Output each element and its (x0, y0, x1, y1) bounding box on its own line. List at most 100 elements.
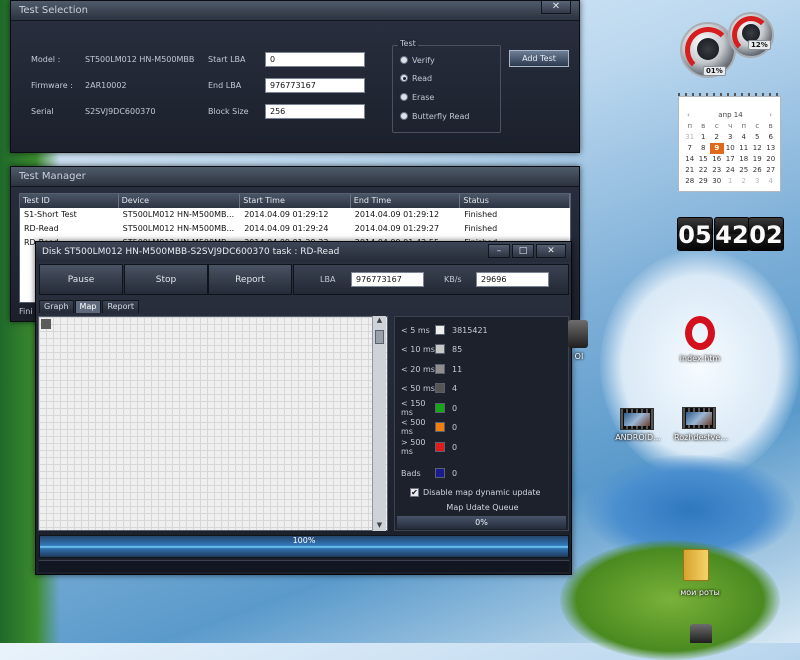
memory-gauge[interactable]: 12% (728, 12, 774, 58)
table-row[interactable]: S1-Short Test ST500LM012 HN-M500MB... 20… (20, 208, 570, 222)
video-file-icon[interactable] (682, 407, 716, 429)
table-row[interactable]: RD-Read ST500LM012 HN-M500MB... 2014.04.… (20, 222, 570, 236)
block-map[interactable] (38, 316, 388, 531)
add-test-button[interactable]: Add Test (509, 50, 569, 67)
calendar-day[interactable]: 13 (764, 143, 778, 154)
calendar-day[interactable]: 24 (724, 165, 738, 176)
disable-map-checkbox-row[interactable]: ✔ Disable map dynamic update (410, 488, 540, 497)
video-file-icon[interactable] (620, 408, 654, 430)
calendar-day[interactable]: 25 (737, 165, 751, 176)
radio-butterfly-read[interactable]: Butterfly Read (400, 110, 469, 122)
app-shortcut-icon[interactable] (568, 320, 588, 348)
calendar-day[interactable]: 3 (751, 176, 765, 187)
radio-selected-icon[interactable] (400, 74, 408, 82)
calendar-day[interactable]: 14 (683, 154, 697, 165)
app-shortcut-icon[interactable] (690, 624, 712, 643)
calendar-day[interactable]: 28 (683, 176, 697, 187)
test-selection-window: Test Selection ✕ Model : ST500LM012 HN-M… (10, 0, 580, 153)
close-button[interactable]: ✕ (541, 1, 571, 14)
calendar-day[interactable]: 21 (683, 165, 697, 176)
radio-icon[interactable] (400, 112, 408, 120)
folder-icon[interactable] (683, 549, 709, 581)
disable-map-checkbox[interactable]: ✔ (410, 488, 419, 497)
lba-field[interactable]: 976773167 (351, 272, 424, 287)
desktop-icon-label[interactable]: Rozhdestve... (666, 433, 736, 442)
tab-graph[interactable]: Graph (39, 300, 74, 313)
calendar-day[interactable]: 1 (724, 176, 738, 187)
opera-icon[interactable] (685, 316, 715, 350)
kbs-field[interactable]: 29696 (476, 272, 549, 287)
desktop-icon-label[interactable]: мои роты (670, 588, 730, 597)
tab-strip: Graph Map Report (39, 300, 139, 313)
maximize-button[interactable]: □ (512, 244, 534, 258)
scroll-thumb[interactable] (375, 330, 384, 344)
gauge-value: 12% (748, 40, 771, 50)
calendar-day[interactable]: 29 (697, 176, 711, 187)
calendar-day[interactable]: 8 (697, 143, 711, 154)
cell-test-id: RD-Read (24, 224, 59, 233)
radio-erase[interactable]: Erase (400, 91, 434, 103)
map-cell (41, 319, 51, 329)
calendar-today[interactable]: 9 (710, 143, 724, 154)
minimize-button[interactable]: – (488, 244, 510, 258)
test-manager-status: Fini (19, 307, 33, 316)
cell-device: ST500LM012 HN-M500MB... (122, 210, 235, 219)
calendar-day[interactable]: 22 (697, 165, 711, 176)
bads-count: 0 (452, 468, 458, 478)
calendar-day[interactable]: 27 (764, 165, 778, 176)
column-header[interactable]: Test ID (20, 194, 119, 208)
kbs-label: KB/s (444, 275, 462, 284)
radio-verify[interactable]: Verify (400, 54, 435, 66)
start-lba-field[interactable]: 0 (265, 52, 365, 67)
calendar-day[interactable]: 10 (724, 143, 738, 154)
calendar-day[interactable]: 26 (751, 165, 765, 176)
next-month-icon[interactable]: › (769, 111, 772, 119)
calendar-day[interactable]: 5 (751, 132, 765, 143)
calendar-day[interactable]: 6 (764, 132, 778, 143)
stop-button[interactable]: Stop (124, 264, 208, 295)
tab-map[interactable]: Map (74, 300, 102, 313)
calendar-day[interactable]: 31 (683, 132, 697, 143)
column-header[interactable]: Start Time (240, 194, 351, 208)
close-button[interactable]: ✕ (536, 244, 566, 258)
end-lba-field[interactable]: 976773167 (265, 78, 365, 93)
legend-swatch (435, 325, 445, 335)
calendar-day[interactable]: 3 (724, 132, 738, 143)
calendar-day[interactable]: 20 (764, 154, 778, 165)
calendar-day[interactable]: 12 (751, 143, 765, 154)
column-header[interactable]: Status (460, 194, 570, 208)
calendar-day[interactable]: 4 (764, 176, 778, 187)
calendar-day[interactable]: 15 (697, 154, 711, 165)
scroll-down-icon[interactable]: ▼ (373, 521, 386, 531)
radio-read[interactable]: Read (400, 72, 432, 84)
calendar-day[interactable]: 19 (751, 154, 765, 165)
calendar-day[interactable]: 18 (737, 154, 751, 165)
legend-label: < 5 ms (401, 325, 430, 335)
calendar-day[interactable]: 11 (737, 143, 751, 154)
calendar-day[interactable]: 17 (724, 154, 738, 165)
desktop-icon-label[interactable]: index.htm (668, 354, 732, 363)
calendar-day[interactable]: 16 (710, 154, 724, 165)
calendar-day[interactable]: 7 (683, 143, 697, 154)
calendar-day[interactable]: 30 (710, 176, 724, 187)
calendar-gadget[interactable]: ‹ апр 14 › п в с ч п с в 31 1 2 3 4 5 6 … (678, 96, 781, 192)
desktop-icon-label[interactable]: OI (572, 352, 586, 361)
desktop-icon-label[interactable]: ANDROID... (605, 433, 671, 442)
map-scrollbar[interactable]: ▲ ▼ (372, 316, 386, 531)
radio-icon[interactable] (400, 56, 408, 64)
calendar-day[interactable]: 1 (697, 132, 711, 143)
scroll-up-icon[interactable]: ▲ (373, 316, 386, 326)
calendar-day[interactable]: 23 (710, 165, 724, 176)
calendar-day[interactable]: 2 (737, 176, 751, 187)
pause-button[interactable]: Pause (39, 264, 123, 295)
column-header[interactable]: Device (119, 194, 241, 208)
block-size-field[interactable]: 256 (265, 104, 365, 119)
tab-report[interactable]: Report (102, 300, 139, 313)
calendar-day[interactable]: 4 (737, 132, 751, 143)
legend-count: 85 (452, 344, 463, 354)
report-button[interactable]: Report (208, 264, 292, 295)
legend-row: < 150 ms 0 (401, 399, 457, 417)
calendar-day[interactable]: 2 (710, 132, 724, 143)
column-header[interactable]: End Time (351, 194, 461, 208)
radio-icon[interactable] (400, 93, 408, 101)
